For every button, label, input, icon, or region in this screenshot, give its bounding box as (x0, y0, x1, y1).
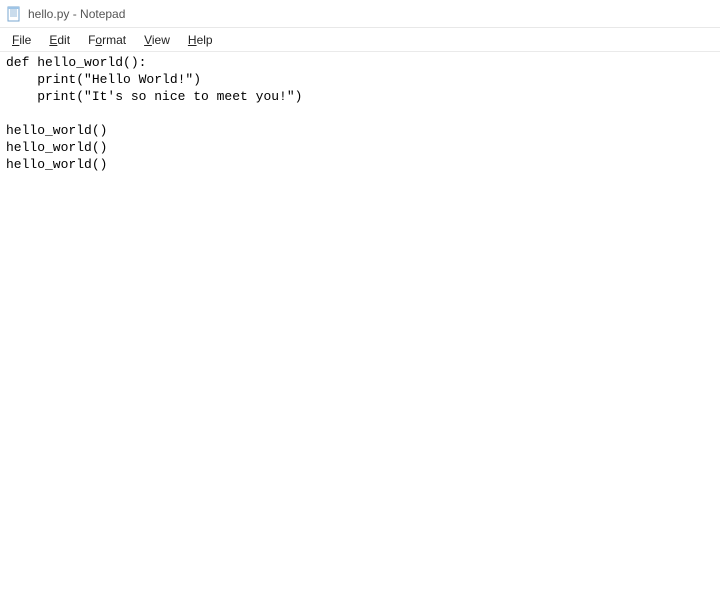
menu-file-label: F (12, 33, 19, 47)
titlebar: hello.py - Notepad (0, 0, 720, 28)
window-title: hello.py - Notepad (28, 7, 125, 21)
menu-view-label: V (144, 33, 152, 47)
menu-edit-label: E (49, 33, 57, 47)
menu-help[interactable]: Help (180, 31, 221, 49)
text-editor[interactable]: def hello_world(): print("Hello World!")… (0, 52, 720, 600)
menu-file[interactable]: File (4, 31, 39, 49)
menu-edit[interactable]: Edit (41, 31, 78, 49)
menu-format[interactable]: Format (80, 31, 134, 49)
menu-format-label: o (95, 33, 102, 47)
menu-help-label: H (188, 33, 197, 47)
menubar: File Edit Format View Help (0, 28, 720, 52)
menu-view[interactable]: View (136, 31, 178, 49)
notepad-icon (6, 6, 22, 22)
